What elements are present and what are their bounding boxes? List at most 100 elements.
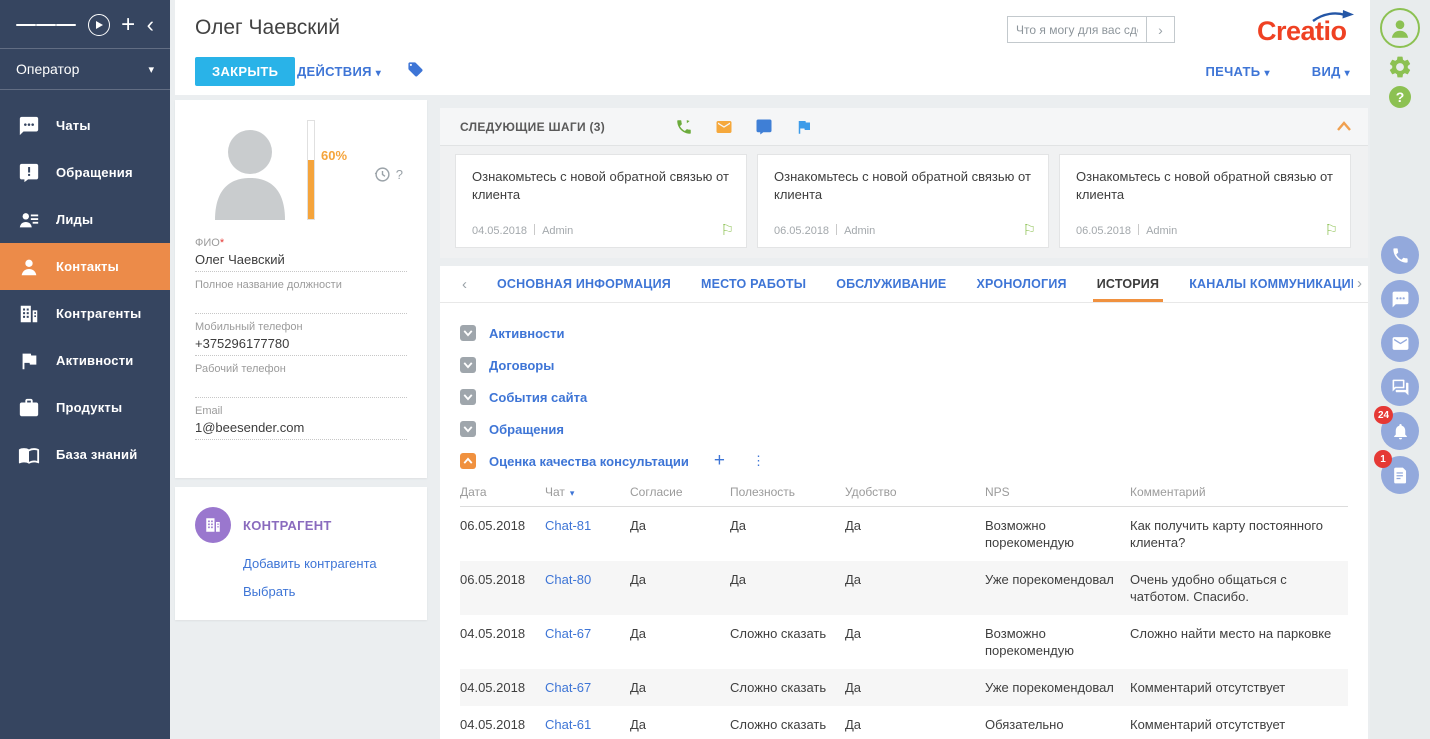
cell-consent: Да <box>630 561 730 615</box>
tabs-scroll-left-icon[interactable]: ‹ <box>462 276 467 293</box>
workspace-selector[interactable]: Оператор ▾ <box>0 48 170 90</box>
add-call-icon[interactable] <box>675 118 693 136</box>
section-title[interactable]: Договоры <box>489 358 554 373</box>
column-header-6[interactable]: Комментарий <box>1130 479 1348 507</box>
section-title[interactable]: События сайта <box>489 390 587 405</box>
book-icon <box>18 444 40 466</box>
tab-job[interactable]: МЕСТО РАБОТЫ <box>701 266 806 302</box>
actions-dropdown[interactable]: ДЕЙСТВИЯ▾ <box>297 64 381 79</box>
tab-channels[interactable]: КАНАЛЫ КОММУНИКАЦИИ <box>1189 266 1360 302</box>
timezone-block[interactable]: ? <box>374 166 403 183</box>
cell-chat-link[interactable]: Chat-67 <box>545 615 630 669</box>
profile-fields: ФИО*Олег ЧаевскийПолное название должнос… <box>195 237 407 440</box>
tag-icon[interactable] <box>407 61 424 78</box>
add-record-icon[interactable]: + <box>121 15 135 35</box>
add-account-link[interactable]: Добавить контрагента <box>243 556 407 571</box>
table-row[interactable]: 06.05.2018Chat-80ДаДаДаУже порекомендова… <box>460 561 1348 615</box>
cell-consent: Да <box>630 706 730 739</box>
more-options-icon[interactable]: ⋮ <box>752 453 765 469</box>
cell-date: 06.05.2018 <box>460 507 545 562</box>
table-row[interactable]: 06.05.2018Chat-81ДаДаДаВозможно порекоме… <box>460 507 1348 562</box>
add-record-icon[interactable]: + <box>714 453 725 469</box>
sidebar-item-chats[interactable]: Чаты <box>0 102 170 149</box>
next-step-card[interactable]: Ознакомьтесь с новой обратной связью от … <box>1059 154 1351 248</box>
next-steps-title: СЛЕДУЮЩИЕ ШАГИ (3) <box>460 120 605 134</box>
rail-button-feed[interactable] <box>1381 368 1419 406</box>
add-message-icon[interactable] <box>755 118 773 136</box>
collapse-sidebar-icon[interactable]: ‹ <box>147 15 154 35</box>
table-row[interactable]: 04.05.2018Chat-61ДаСложно сказатьДаОбяза… <box>460 706 1348 739</box>
tabs-scroll-right-icon[interactable]: › <box>1353 275 1362 292</box>
app-root: + ‹ Оператор ▾ ЧатыОбращенияЛидыКонтакты… <box>0 0 1430 739</box>
cell-convenience: Да <box>845 561 985 615</box>
sidebar-item-knowledge[interactable]: База знаний <box>0 431 170 478</box>
tab-timeline[interactable]: ХРОНОЛОГИЯ <box>976 266 1066 302</box>
select-account-link[interactable]: Выбрать <box>243 584 407 599</box>
field-value[interactable]: Олег Чаевский <box>195 249 407 272</box>
flag-outline-icon[interactable]: ⚐ <box>1325 221 1338 239</box>
field-value[interactable]: +375296177780 <box>195 333 407 356</box>
rail-button-calls[interactable] <box>1381 236 1419 274</box>
run-process-icon[interactable] <box>88 14 110 36</box>
add-task-icon[interactable] <box>795 118 813 136</box>
expand-section-icon[interactable] <box>460 357 476 373</box>
section-title[interactable]: Обращения <box>489 422 564 437</box>
column-header-3[interactable]: Полезность <box>730 479 845 507</box>
close-button[interactable]: ЗАКРЫТЬ <box>195 57 295 86</box>
sidebar-item-activities[interactable]: Активности <box>0 337 170 384</box>
collapse-section-icon[interactable] <box>460 453 476 469</box>
rail-button-email[interactable] <box>1381 324 1419 362</box>
cell-chat-link[interactable]: Chat-81 <box>545 507 630 562</box>
profile-field-1: Полное название должности <box>195 279 407 314</box>
tab-general[interactable]: ОСНОВНАЯ ИНФОРМАЦИЯ <box>497 266 671 302</box>
search-input[interactable] <box>1008 17 1146 42</box>
cell-chat-link[interactable]: Chat-67 <box>545 669 630 706</box>
sidebar-item-leads[interactable]: Лиды <box>0 196 170 243</box>
column-header-5[interactable]: NPS <box>985 479 1130 507</box>
column-header-0[interactable]: Дата <box>460 479 545 507</box>
field-value[interactable]: 1@beesender.com <box>195 417 407 440</box>
tab-service[interactable]: ОБСЛУЖИВАНИЕ <box>836 266 946 302</box>
flag-outline-icon[interactable]: ⚐ <box>721 221 734 239</box>
next-step-text: Ознакомьтесь с новой обратной связью от … <box>472 168 730 204</box>
field-value[interactable] <box>195 375 407 398</box>
table-row[interactable]: 04.05.2018Chat-67ДаСложно сказатьДаУже п… <box>460 669 1348 706</box>
field-value[interactable] <box>195 291 407 314</box>
profile-column: 60% ? ФИО*Олег ЧаевскийПолное название д… <box>175 100 427 620</box>
cell-nps: Уже порекомендовал <box>985 561 1130 615</box>
menu-hamburger-icon[interactable] <box>16 20 76 30</box>
section-title[interactable]: Активности <box>489 326 564 341</box>
next-step-card[interactable]: Ознакомьтесь с новой обратной связью от … <box>455 154 747 248</box>
view-dropdown[interactable]: ВИД▾ <box>1312 64 1350 79</box>
settings-gear-icon[interactable] <box>1387 54 1413 80</box>
rail-button-notifications[interactable]: 24 <box>1381 412 1419 450</box>
next-step-card[interactable]: Ознакомьтесь с новой обратной связью от … <box>757 154 1049 248</box>
sidebar-item-cases[interactable]: Обращения <box>0 149 170 196</box>
collapse-next-steps-icon[interactable] <box>1336 120 1352 132</box>
cell-usefulness: Да <box>730 561 845 615</box>
add-email-icon[interactable] <box>715 118 733 136</box>
help-icon[interactable]: ? <box>1389 86 1411 108</box>
section-title[interactable]: Оценка качества консультации <box>489 454 689 469</box>
flag-outline-icon[interactable]: ⚐ <box>1023 221 1036 239</box>
table-row[interactable]: 04.05.2018Chat-67ДаСложно сказатьДаВозмо… <box>460 615 1348 669</box>
expand-section-icon[interactable] <box>460 421 476 437</box>
tab-history[interactable]: ИСТОРИЯ <box>1097 266 1159 302</box>
expand-section-icon[interactable] <box>460 325 476 341</box>
print-dropdown[interactable]: ПЕЧАТЬ▾ <box>1205 64 1269 79</box>
column-header-2[interactable]: Согласие <box>630 479 730 507</box>
section-activities: Активности <box>460 317 1348 349</box>
cell-chat-link[interactable]: Chat-80 <box>545 561 630 615</box>
cell-chat-link[interactable]: Chat-61 <box>545 706 630 739</box>
rail-button-process-tasks[interactable]: 1 <box>1381 456 1419 494</box>
expand-section-icon[interactable] <box>460 389 476 405</box>
column-header-1[interactable]: Чат▾ <box>545 479 630 507</box>
sidebar-item-products[interactable]: Продукты <box>0 384 170 431</box>
sidebar-item-accounts[interactable]: Контрагенты <box>0 290 170 337</box>
contact-photo-placeholder[interactable] <box>211 122 289 220</box>
column-header-4[interactable]: Удобство <box>845 479 985 507</box>
rail-button-chats[interactable] <box>1381 280 1419 318</box>
sidebar-item-contacts[interactable]: Контакты <box>0 243 170 290</box>
user-avatar-icon[interactable] <box>1380 8 1420 48</box>
search-submit-icon[interactable]: › <box>1146 17 1174 42</box>
